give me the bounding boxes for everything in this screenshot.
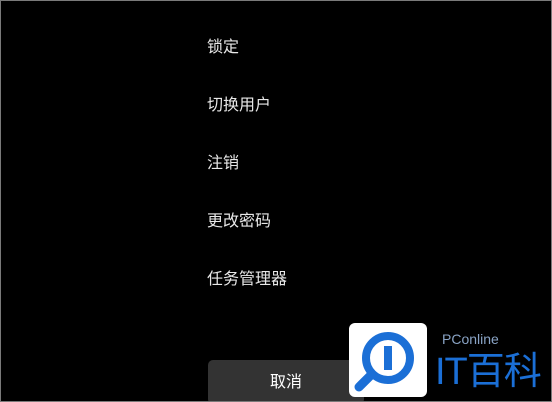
cancel-button[interactable]: 取消 <box>208 360 364 401</box>
menu-item-change-password[interactable]: 更改密码 <box>207 209 287 233</box>
menu-item-switch-user[interactable]: 切换用户 <box>207 93 287 117</box>
pconline-watermark: PConline IT百科 <box>347 319 551 401</box>
menu-item-lock[interactable]: 锁定 <box>207 35 287 59</box>
magnifier-logo-svg <box>354 332 414 392</box>
menu-item-sign-out[interactable]: 注销 <box>207 151 287 175</box>
magnifier-logo-icon <box>349 323 427 397</box>
watermark-brand: PConline <box>442 331 499 347</box>
security-options-menu: 锁定 切换用户 注销 更改密码 任务管理器 <box>207 35 287 325</box>
security-options-screen: 锁定 切换用户 注销 更改密码 任务管理器 取消 PConline IT百科 <box>0 0 552 402</box>
watermark-text: IT百科 <box>435 351 542 393</box>
menu-item-task-manager[interactable]: 任务管理器 <box>207 267 287 291</box>
